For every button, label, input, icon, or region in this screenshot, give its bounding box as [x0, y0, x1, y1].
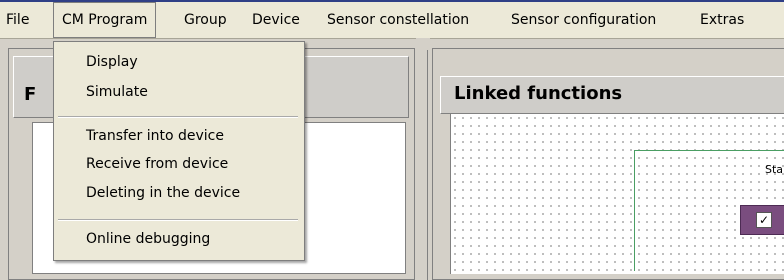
menu-item-receive-from-device[interactable]: Receive from device	[86, 156, 228, 172]
menu-sensor-configuration[interactable]: Sensor configuration	[511, 2, 656, 38]
panel-splitter[interactable]	[416, 38, 430, 280]
menu-item-deleting-in-device[interactable]: Deleting in the device	[86, 185, 240, 201]
checkbox-icon[interactable]: ✓	[756, 212, 772, 228]
cm-program-dropdown: Display Simulate Transfer into device Re…	[53, 41, 305, 261]
menu-device[interactable]: Device	[252, 2, 300, 38]
menu-bar: File CM Program Group Device Sensor cons…	[0, 2, 784, 39]
menu-cm-program[interactable]: CM Program	[53, 2, 157, 38]
menu-item-transfer-into-device[interactable]: Transfer into device	[86, 128, 224, 144]
menu-extras[interactable]: Extras	[700, 2, 744, 38]
left-panel-title: F	[24, 84, 37, 105]
menu-item-display[interactable]: Display	[86, 54, 138, 70]
menu-sensor-constellation[interactable]: Sensor constellation	[327, 2, 469, 38]
menu-item-simulate[interactable]: Simulate	[86, 84, 148, 100]
menu-separator	[58, 219, 298, 221]
start-block[interactable]: ✓	[740, 205, 784, 235]
menu-separator	[58, 116, 298, 118]
menu-group[interactable]: Group	[184, 2, 227, 38]
menu-file[interactable]: File	[6, 2, 29, 38]
start-label: Start	[765, 163, 784, 176]
linked-functions-title: Linked functions	[454, 83, 623, 104]
menu-item-online-debugging[interactable]: Online debugging	[86, 231, 210, 247]
